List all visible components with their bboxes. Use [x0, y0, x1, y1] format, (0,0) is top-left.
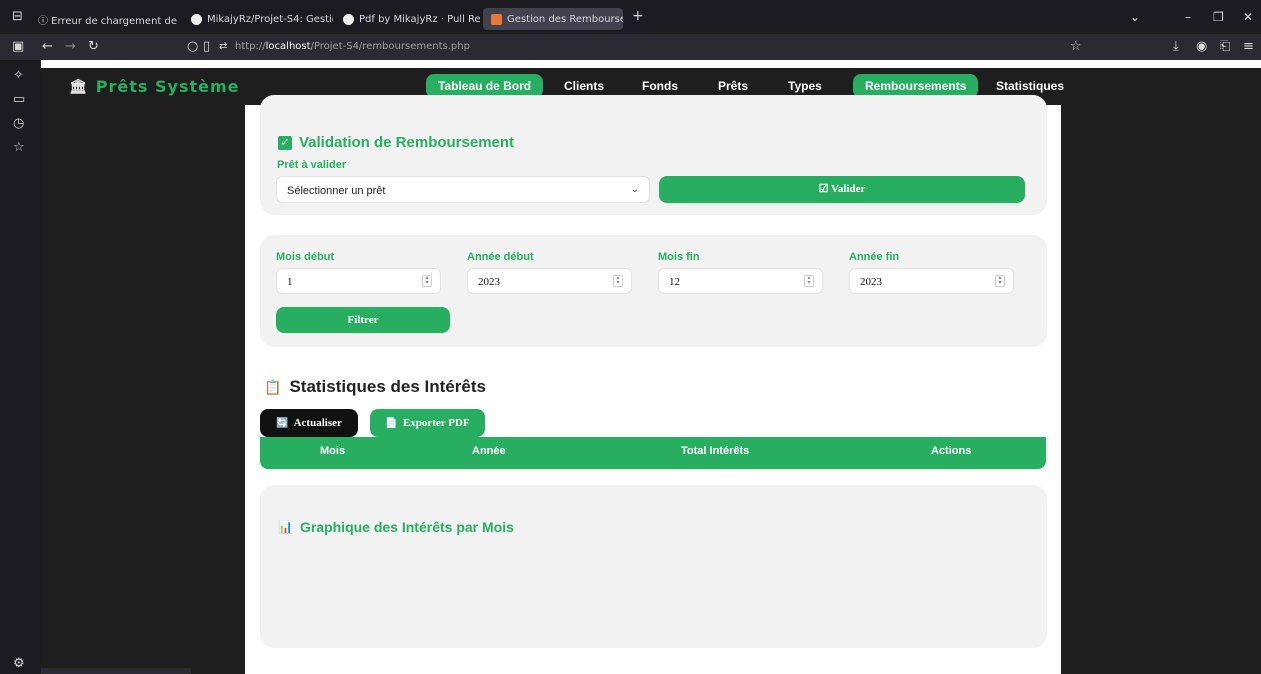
- browser-tab-2[interactable]: MikajyRz/Projet-S4: Gestion pr ×: [183, 8, 333, 30]
- maximize-icon[interactable]: ❐: [1213, 10, 1224, 24]
- validation-card: ✓ Validation de Remboursement Prêt à val…: [260, 95, 1047, 215]
- refresh-button[interactable]: 🔄 Actualiser: [260, 409, 358, 437]
- tab-4-label: Gestion des Remboursements -: [507, 13, 623, 25]
- export-label: Exporter PDF: [402, 417, 470, 429]
- clipboard-icon: 📋: [264, 378, 282, 395]
- ai-chat-icon[interactable]: ✧: [13, 68, 24, 83]
- col-mois: Mois: [320, 445, 346, 457]
- mois-fin-value: 12: [669, 276, 680, 288]
- loan-select-value: Sélectionner un prêt: [287, 185, 386, 197]
- status-link-preview: [41, 668, 191, 674]
- back-icon[interactable]: ←: [42, 39, 53, 54]
- forward-icon[interactable]: →: [65, 39, 76, 54]
- annee-debut-label: Année début: [467, 251, 534, 263]
- synced-tabs-icon[interactable]: ▭: [13, 92, 25, 107]
- left-dark-area: [41, 105, 245, 674]
- spinner-icon[interactable]: ▴ ▾: [613, 275, 623, 287]
- sidebar-toggle-icon[interactable]: ▣: [12, 39, 24, 54]
- annee-fin-label: Année fin: [849, 251, 900, 263]
- menu-icon[interactable]: ≡: [1243, 39, 1254, 54]
- browser-nav-bar: ▣ ← → ↻ ○ ▯ ⇄ http://localhost/Projet-S4…: [0, 34, 1261, 60]
- spinner-icon[interactable]: ▴ ▾: [995, 275, 1005, 287]
- mois-debut-value: 1: [287, 276, 293, 288]
- mois-debut-input[interactable]: 1 ▴ ▾: [276, 268, 441, 294]
- page-viewport: 🏛 Prêts Système Tableau de Bord Clients …: [41, 60, 1261, 674]
- settings-gear-icon[interactable]: ⚙: [13, 656, 25, 671]
- validation-title: ✓ Validation de Remboursement: [278, 134, 514, 151]
- export-pdf-button[interactable]: 📄 Exporter PDF: [370, 409, 485, 437]
- minimize-icon[interactable]: –: [1185, 10, 1191, 24]
- annee-debut-input[interactable]: 2023 ▴ ▾: [467, 268, 632, 294]
- shield-icon[interactable]: ○: [187, 39, 198, 54]
- mois-debut-label: Mois début: [276, 251, 335, 263]
- bar-chart-icon: 📊: [278, 520, 293, 534]
- reload-icon[interactable]: ↻: [88, 39, 99, 54]
- address-bar[interactable]: http://localhost/Projet-S4/remboursement…: [235, 41, 470, 52]
- url-prefix: http://: [235, 41, 266, 52]
- chevron-down-icon: ⌄: [630, 184, 639, 195]
- check-icon: ✓: [278, 135, 292, 150]
- stats-title-text: Statistiques des Intérêts: [289, 377, 486, 396]
- new-tab-button[interactable]: +: [632, 8, 644, 24]
- document-icon: 📄: [385, 417, 398, 429]
- page-icon[interactable]: ▯: [203, 39, 210, 54]
- loan-select-label: Prêt à valider: [277, 159, 347, 171]
- refresh-label: Actualiser: [293, 417, 342, 429]
- downloads-icon[interactable]: ⤓: [1173, 39, 1179, 54]
- stats-section: 📋 Statistiques des Intérêts 🔄 Actualiser…: [260, 363, 1047, 471]
- browser-tab-4[interactable]: Gestion des Remboursements - ×: [483, 8, 623, 30]
- annee-fin-input[interactable]: 2023 ▴ ▾: [849, 268, 1014, 294]
- tab-list-icon[interactable]: ⌄: [1130, 10, 1140, 24]
- brand[interactable]: 🏛 Prêts Système: [69, 77, 240, 96]
- bank-icon: 🏛: [69, 78, 88, 95]
- validate-button[interactable]: ☑ Valider: [659, 176, 1025, 203]
- browser-tab-1[interactable]: ⓘ Erreur de chargement de la pa ×: [30, 8, 180, 30]
- loan-select[interactable]: Sélectionner un prêt ⌄: [276, 176, 650, 203]
- validation-title-text: Validation de Remboursement: [299, 134, 515, 151]
- tab-overview-icon[interactable]: ⊟: [12, 9, 23, 24]
- col-annee: Année: [472, 445, 506, 457]
- annee-debut-value: 2023: [478, 276, 500, 288]
- url-path: /Projet-S4/remboursements.php: [310, 41, 470, 52]
- col-total-interets: Total Intérêts: [681, 445, 750, 457]
- col-actions: Actions: [931, 445, 972, 457]
- history-icon[interactable]: ◷: [13, 116, 24, 131]
- account-icon[interactable]: ◉: [1196, 39, 1207, 54]
- chart-title: 📊 Graphique des Intérêts par Mois: [278, 519, 514, 535]
- spinner-icon[interactable]: ▴ ▾: [422, 275, 432, 287]
- site-favicon-icon: [491, 13, 502, 25]
- annee-fin-value: 2023: [860, 276, 882, 288]
- chart-card: 📊 Graphique des Intérêts par Mois: [260, 485, 1047, 648]
- spinner-icon[interactable]: ▴ ▾: [804, 275, 814, 287]
- chart-title-text: Graphique des Intérêts par Mois: [299, 519, 514, 535]
- filter-card: Mois début Année début Mois fin Année fi…: [260, 235, 1047, 347]
- window-close-icon[interactable]: ✕: [1243, 10, 1253, 24]
- bookmarks-icon[interactable]: ☆: [13, 140, 25, 155]
- browser-tab-3[interactable]: Pdf by MikajyRz · Pull Request # ×: [335, 8, 480, 30]
- browser-tab-bar: ⊟ ⓘ Erreur de chargement de la pa × Mika…: [0, 0, 1261, 34]
- refresh-icon: 🔄: [276, 417, 289, 429]
- stats-table-header: Mois Année Total Intérêts Actions: [260, 437, 1046, 469]
- main-content: ✓ Validation de Remboursement Prêt à val…: [245, 95, 1061, 674]
- browser-sidebar: ✧ ▭ ◷ ☆ ⚙: [0, 60, 41, 674]
- extensions-icon[interactable]: ⎗: [1220, 39, 1230, 54]
- filter-button[interactable]: Filtrer: [276, 307, 450, 333]
- github-icon: [191, 13, 202, 25]
- mois-fin-label: Mois fin: [658, 251, 700, 263]
- github-icon: [343, 13, 354, 25]
- tab-2-label: MikajyRz/Projet-S4: Gestion pr: [207, 13, 333, 25]
- tab-3-label: Pdf by MikajyRz · Pull Request #: [359, 13, 480, 25]
- bookmark-star-icon[interactable]: ☆: [1070, 39, 1082, 54]
- stats-title: 📋 Statistiques des Intérêts: [264, 377, 486, 397]
- right-dark-area: [1061, 105, 1261, 674]
- permissions-icon[interactable]: ⇄: [219, 41, 227, 52]
- url-host: localhost: [265, 41, 311, 52]
- brand-title: Prêts Système: [95, 77, 240, 96]
- tab-1-label: ⓘ Erreur de chargement de la pa: [38, 15, 180, 27]
- mois-fin-input[interactable]: 12 ▴ ▾: [658, 268, 823, 294]
